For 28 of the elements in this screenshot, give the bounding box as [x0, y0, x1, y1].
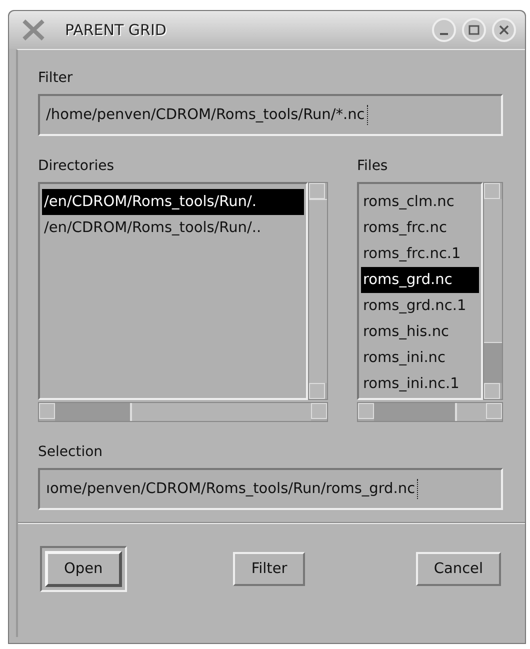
file-item[interactable]: roms_his.nc	[361, 319, 479, 345]
filter-label: Filter	[38, 70, 74, 86]
maximize-icon[interactable]	[461, 17, 487, 43]
vertical-scrollbar[interactable]	[483, 182, 503, 400]
dialog-button[interactable]: Filter	[233, 552, 306, 586]
minimize-icon[interactable]	[431, 17, 457, 43]
file-item[interactable]: roms_ini.nc	[361, 345, 479, 371]
filter-field[interactable]: /home/penven/CDROM/Roms_tools/Run/*.nc	[38, 94, 503, 136]
directories-label: Directories	[38, 158, 116, 174]
horizontal-scrollbar[interactable]	[38, 402, 328, 422]
horizontal-scrollbar[interactable]	[357, 402, 503, 422]
directory-item[interactable]: /en/CDROM/Roms_tools/Run/..	[42, 215, 304, 241]
file-item[interactable]: roms_grd.nc.1	[361, 293, 479, 319]
close-icon[interactable]	[491, 17, 517, 43]
window-title: PARENT GRID	[65, 21, 168, 39]
x-logo-icon	[21, 19, 47, 41]
directory-item[interactable]: /en/CDROM/Roms_tools/Run/.	[42, 189, 304, 215]
dialog-button[interactable]: Cancel	[416, 552, 501, 586]
files-label: Files	[357, 158, 389, 174]
selection-label: Selection	[38, 444, 104, 460]
selection-field[interactable]: ıome/penven/CDROM/Roms_tools/Run/roms_grd.nc	[38, 468, 503, 510]
file-item[interactable]: roms_grd.nc	[361, 267, 479, 293]
file-item[interactable]: roms_clm.nc	[361, 189, 479, 215]
file-item[interactable]: roms_ini.nc.1	[361, 371, 479, 397]
vertical-scrollbar[interactable]	[308, 182, 328, 400]
dialog-button[interactable]: Open	[45, 551, 122, 587]
file-item[interactable]: roms_frc.nc	[361, 215, 479, 241]
file-item[interactable]: roms_frc.nc.1	[361, 241, 479, 267]
